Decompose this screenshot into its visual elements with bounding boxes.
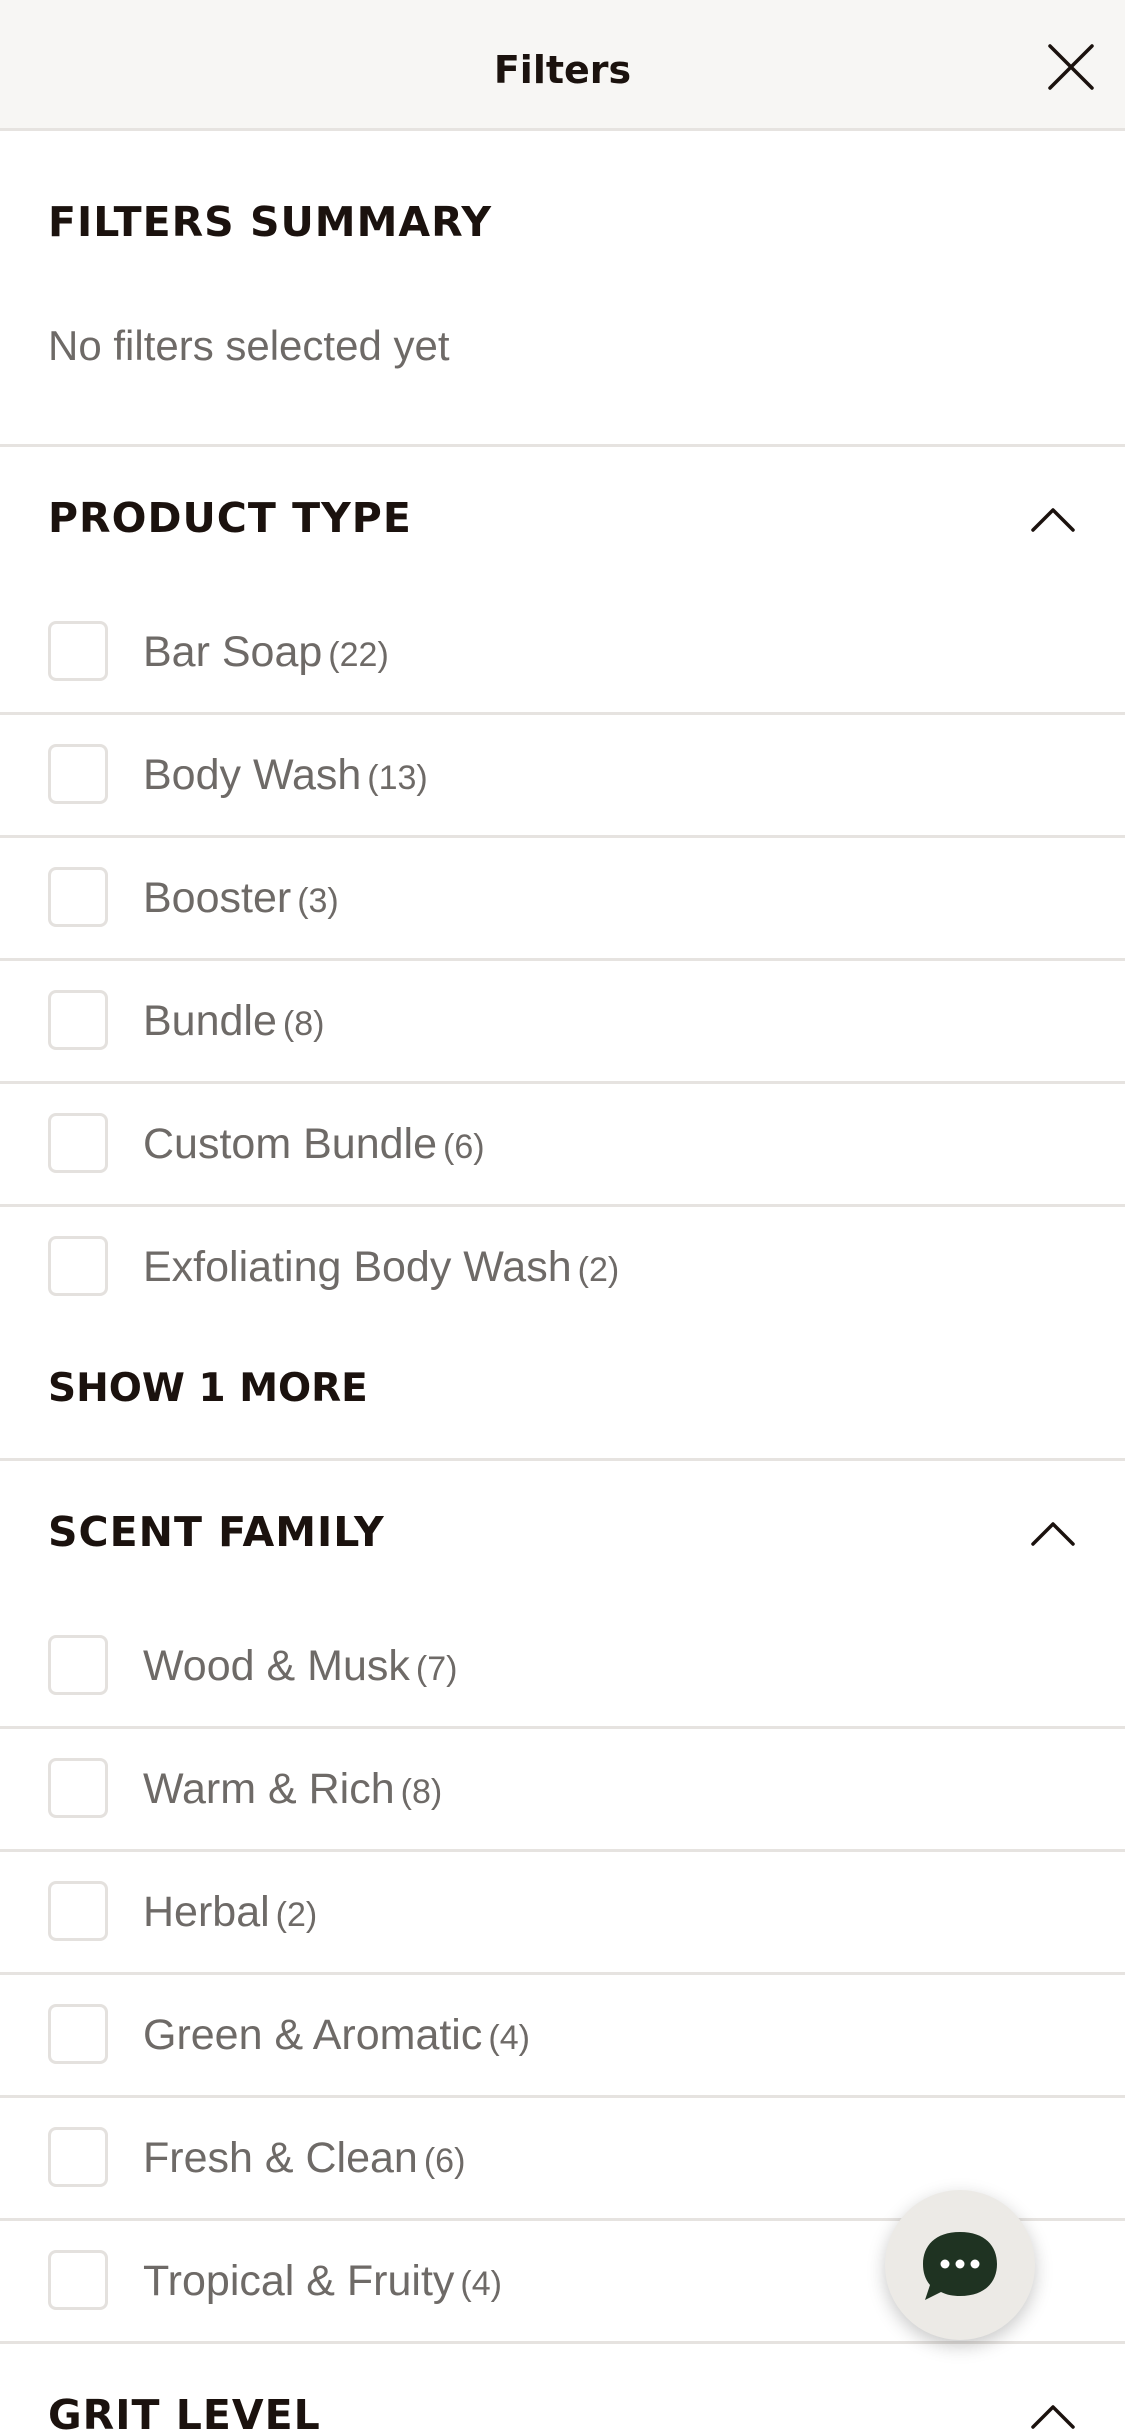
filter-option-count: (7) bbox=[415, 1650, 458, 1688]
checkbox[interactable] bbox=[48, 1881, 108, 1941]
checkbox[interactable] bbox=[48, 621, 108, 681]
checkbox[interactable] bbox=[48, 744, 108, 804]
filter-option-count: (22) bbox=[328, 636, 389, 674]
filter-option-label: Fresh & Clean bbox=[143, 2134, 418, 2182]
divider bbox=[0, 444, 1125, 447]
checkbox[interactable] bbox=[48, 1758, 108, 1818]
filters-summary-title: FILTERS SUMMARY bbox=[48, 198, 493, 246]
filter-option-label: Bundle bbox=[143, 997, 277, 1045]
filter-option-label: Custom Bundle bbox=[143, 1120, 437, 1168]
filter-option-exfoliating-body-wash[interactable]: Exfoliating Body Wash (2) bbox=[0, 1205, 1125, 1328]
checkbox[interactable] bbox=[48, 1113, 108, 1173]
filter-option-label: Body Wash bbox=[143, 751, 362, 799]
filter-option-bar-soap[interactable]: Bar Soap (22) bbox=[0, 590, 1125, 713]
show-more-button[interactable]: SHOW 1 MORE bbox=[48, 1366, 368, 1411]
filter-option-warm-rich[interactable]: Warm & Rich (8) bbox=[0, 1727, 1125, 1850]
checkbox[interactable] bbox=[48, 2127, 108, 2187]
filter-option-green-aromatic[interactable]: Green & Aromatic (4) bbox=[0, 1973, 1125, 2096]
checkbox[interactable] bbox=[48, 2004, 108, 2064]
filters-summary-empty-text: No filters selected yet bbox=[48, 322, 450, 369]
filter-option-bundle[interactable]: Bundle (8) bbox=[0, 959, 1125, 1082]
page-title: Filters bbox=[493, 48, 632, 92]
filter-option-wood-musk[interactable]: Wood & Musk (7) bbox=[0, 1604, 1125, 1727]
scent-family-collapse-toggle[interactable] bbox=[1030, 1518, 1076, 1548]
checkbox[interactable] bbox=[48, 1236, 108, 1296]
filter-option-label: Bar Soap bbox=[143, 628, 323, 676]
filter-option-count: (2) bbox=[275, 1896, 318, 1934]
chat-button[interactable] bbox=[885, 2190, 1035, 2340]
filter-option-label: Green & Aromatic bbox=[143, 2011, 483, 2059]
filter-option-count: (13) bbox=[367, 759, 428, 797]
grit-level-title: GRIT LEVEL bbox=[48, 2391, 321, 2436]
checkbox[interactable] bbox=[48, 1635, 108, 1695]
checkbox[interactable] bbox=[48, 867, 108, 927]
close-button[interactable] bbox=[1040, 36, 1102, 98]
product-type-title: PRODUCT TYPE bbox=[48, 494, 412, 542]
scent-family-title: SCENT FAMILY bbox=[48, 1508, 385, 1556]
filters-header: Filters bbox=[0, 0, 1125, 131]
chevron-up-icon bbox=[1031, 1522, 1075, 1546]
filter-option-count: (4) bbox=[488, 2019, 530, 2057]
divider bbox=[0, 2341, 1125, 2344]
filter-option-count: (3) bbox=[297, 882, 339, 920]
filter-option-label: Exfoliating Body Wash bbox=[143, 1243, 572, 1291]
checkbox[interactable] bbox=[48, 2250, 108, 2310]
filter-option-herbal[interactable]: Herbal (2) bbox=[0, 1850, 1125, 1973]
filter-option-count: (6) bbox=[423, 2142, 466, 2180]
filter-option-label: Warm & Rich bbox=[143, 1765, 395, 1813]
chevron-up-icon bbox=[1031, 508, 1075, 532]
product-type-collapse-toggle[interactable] bbox=[1030, 504, 1076, 534]
filter-option-count: (8) bbox=[400, 1773, 443, 1811]
filter-option-body-wash[interactable]: Body Wash (13) bbox=[0, 713, 1125, 836]
chat-bubble-icon bbox=[923, 2232, 997, 2300]
grit-level-collapse-toggle[interactable] bbox=[1030, 2401, 1076, 2431]
divider bbox=[0, 1458, 1125, 1461]
filter-option-count: (2) bbox=[577, 1251, 620, 1289]
checkbox[interactable] bbox=[48, 990, 108, 1050]
filter-option-custom-bundle[interactable]: Custom Bundle (6) bbox=[0, 1082, 1125, 1205]
filter-option-booster[interactable]: Booster (3) bbox=[0, 836, 1125, 959]
chevron-up-icon bbox=[1031, 2405, 1075, 2429]
close-icon bbox=[1048, 44, 1094, 90]
filter-option-count: (8) bbox=[282, 1005, 325, 1043]
filter-option-label: Herbal bbox=[143, 1888, 270, 1936]
filter-option-count: (4) bbox=[460, 2265, 502, 2303]
filter-option-label: Wood & Musk bbox=[143, 1642, 410, 1690]
filter-option-label: Booster bbox=[143, 874, 292, 922]
filter-option-count: (6) bbox=[443, 1128, 485, 1166]
filter-option-label: Tropical & Fruity bbox=[143, 2257, 455, 2305]
